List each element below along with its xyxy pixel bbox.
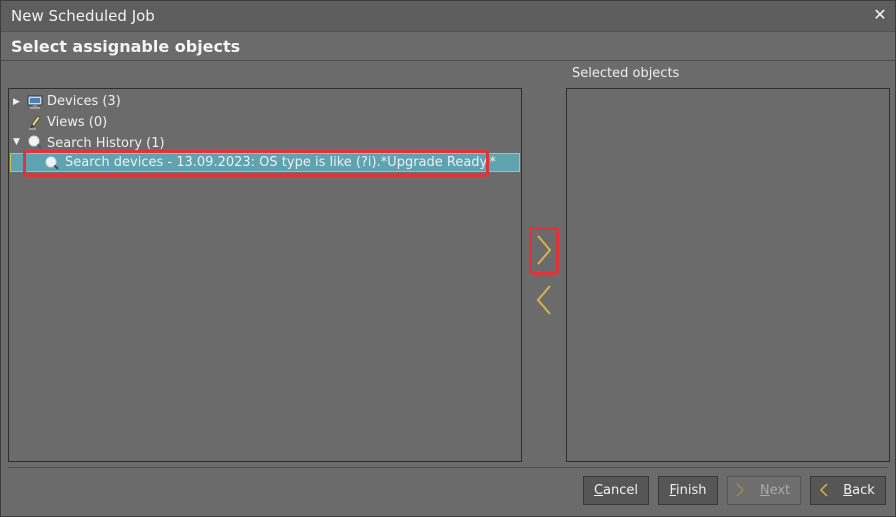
- tree-item-label: Search History (1): [47, 136, 165, 151]
- tree-item-views[interactable]: Views (0): [9, 113, 309, 133]
- selected-objects-label: Selected objects: [572, 66, 680, 81]
- title-bar[interactable]: New Scheduled Job ✕: [1, 1, 895, 32]
- finish-button[interactable]: Finish: [658, 476, 718, 505]
- search-history-icon: [27, 134, 43, 150]
- next-button[interactable]: Next: [727, 476, 801, 505]
- page-title: Select assignable objects: [11, 37, 241, 56]
- pencil-icon: [27, 114, 43, 130]
- cancel-button[interactable]: Cancel: [583, 476, 649, 505]
- expand-arrow-icon[interactable]: ▶: [13, 97, 23, 107]
- window-title: New Scheduled Job: [11, 7, 155, 25]
- chevron-right-icon: [735, 477, 745, 514]
- back-button[interactable]: Back: [810, 476, 886, 505]
- tree-item-devices[interactable]: ▶ Devices (3): [9, 92, 309, 112]
- assignable-objects-tree[interactable]: ▶ Devices (3) Views (0) ▼ Search History…: [8, 88, 522, 462]
- highlight-annotation: [23, 150, 489, 177]
- close-icon[interactable]: ✕: [871, 6, 889, 24]
- collapse-arrow-icon[interactable]: ▼: [13, 137, 23, 147]
- tree-item-label: Devices (3): [47, 94, 121, 109]
- tree-item-label: Views (0): [47, 115, 108, 130]
- wizard-header: Select assignable objects: [1, 32, 895, 61]
- footer-divider: [8, 467, 888, 468]
- highlight-annotation: [529, 227, 559, 275]
- monitor-icon: [27, 94, 43, 110]
- chevron-left-icon: [819, 477, 829, 514]
- selected-objects-list[interactable]: [566, 88, 890, 462]
- dialog-window: New Scheduled Job ✕ Select assignable ob…: [0, 0, 896, 517]
- add-to-selected-button[interactable]: [529, 227, 559, 275]
- remove-from-selected-button[interactable]: [529, 277, 559, 323]
